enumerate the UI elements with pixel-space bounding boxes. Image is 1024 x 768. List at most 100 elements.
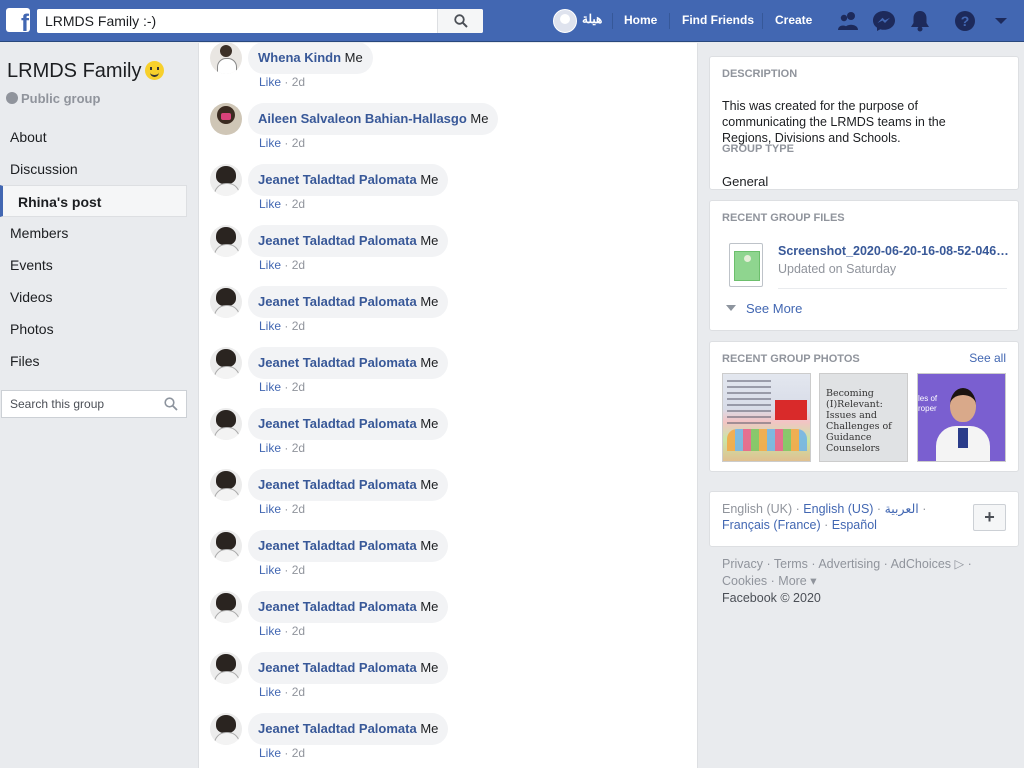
comment-author[interactable]: Jeanet Taladtad Palomata: [258, 721, 417, 736]
comment-author[interactable]: Jeanet Taladtad Palomata: [258, 172, 417, 187]
comment-time[interactable]: 2d: [292, 319, 305, 333]
comment-time[interactable]: 2d: [292, 197, 305, 211]
comment-time[interactable]: 2d: [292, 685, 305, 699]
avatar[interactable]: [210, 652, 242, 684]
footer-terms-link[interactable]: Terms: [774, 557, 808, 571]
comment-author[interactable]: Jeanet Taladtad Palomata: [258, 599, 417, 614]
comment-author[interactable]: Aileen Salvaleon Bahian-Hallasgo: [258, 111, 467, 126]
notifications-icon[interactable]: [908, 10, 932, 32]
group-search-input[interactable]: [2, 391, 152, 417]
like-link[interactable]: Like: [259, 136, 281, 150]
search-button[interactable]: [437, 9, 483, 33]
comment-author[interactable]: Whena Kindn: [258, 50, 341, 65]
like-link[interactable]: Like: [259, 197, 281, 211]
group-photo-thumbnail[interactable]: [722, 373, 811, 462]
like-link[interactable]: Like: [259, 563, 281, 577]
like-link[interactable]: Like: [259, 746, 281, 760]
like-link[interactable]: Like: [259, 258, 281, 272]
avatar[interactable]: [210, 469, 242, 501]
avatar[interactable]: [210, 43, 242, 74]
nav-divider: [669, 13, 670, 29]
comment-author[interactable]: Jeanet Taladtad Palomata: [258, 477, 417, 492]
comment-time[interactable]: 2d: [292, 380, 305, 394]
like-link[interactable]: Like: [259, 685, 281, 699]
comment-author[interactable]: Jeanet Taladtad Palomata: [258, 294, 417, 309]
like-link[interactable]: Like: [259, 75, 281, 89]
group-nav-videos[interactable]: Videos: [0, 281, 187, 313]
comments-feed: Whena Kindn Me Like · 2d Aileen Salvaleo…: [198, 43, 698, 768]
group-nav-discussion[interactable]: Discussion: [0, 153, 187, 185]
avatar[interactable]: [210, 347, 242, 379]
messenger-icon[interactable]: [872, 10, 896, 32]
comment-bubble: Jeanet Taladtad Palomata Me: [248, 469, 449, 501]
add-language-button[interactable]: +: [973, 504, 1006, 531]
friends-icon[interactable]: [836, 10, 860, 32]
comment-author[interactable]: Jeanet Taladtad Palomata: [258, 660, 417, 675]
comment: Aileen Salvaleon Bahian-Hallasgo Me Like…: [210, 103, 690, 164]
footer-more-link[interactable]: More ▾: [778, 574, 816, 588]
avatar: [553, 9, 577, 33]
comment-time[interactable]: 2d: [292, 75, 305, 89]
like-link[interactable]: Like: [259, 319, 281, 333]
group-nav-rhinas-post[interactable]: Rhina's post: [0, 185, 187, 217]
group-nav-about[interactable]: About: [0, 121, 187, 153]
comment-time[interactable]: 2d: [292, 746, 305, 760]
comment-time[interactable]: 2d: [292, 258, 305, 272]
comment-time[interactable]: 2d: [292, 502, 305, 516]
facebook-logo-icon[interactable]: f: [6, 8, 30, 32]
footer-links: Privacy · Terms · Advertising · AdChoice…: [722, 557, 972, 571]
group-nav-photos[interactable]: Photos: [0, 313, 187, 345]
like-link[interactable]: Like: [259, 624, 281, 638]
group-photo-thumbnail[interactable]: Becoming (I)Relevant: Issues and Challen…: [819, 373, 908, 462]
footer-adchoices-link[interactable]: AdChoices ▷: [891, 557, 965, 571]
language-link[interactable]: Français (France): [722, 518, 821, 532]
comment-author[interactable]: Jeanet Taladtad Palomata: [258, 416, 417, 431]
like-link[interactable]: Like: [259, 380, 281, 394]
group-nav-files[interactable]: Files: [0, 345, 187, 377]
like-link[interactable]: Like: [259, 502, 281, 516]
group-nav-events[interactable]: Events: [0, 249, 187, 281]
comment-time[interactable]: 2d: [292, 136, 305, 150]
search-icon[interactable]: [164, 397, 178, 411]
comment-author[interactable]: Jeanet Taladtad Palomata: [258, 538, 417, 553]
see-all-photos-link[interactable]: See all: [969, 351, 1006, 365]
group-title[interactable]: LRMDS Family: [7, 60, 165, 83]
search-icon: [454, 14, 468, 28]
footer-advertising-link[interactable]: Advertising: [818, 557, 880, 571]
comment-author[interactable]: Jeanet Taladtad Palomata: [258, 355, 417, 370]
account-menu-icon[interactable]: [989, 10, 1013, 32]
image-file-icon[interactable]: [729, 243, 763, 287]
comment-author[interactable]: Jeanet Taladtad Palomata: [258, 233, 417, 248]
avatar[interactable]: [210, 591, 242, 623]
photo-content: [775, 400, 807, 420]
language-link[interactable]: Español: [832, 518, 877, 532]
avatar[interactable]: [210, 713, 242, 745]
see-more-link[interactable]: See More: [726, 301, 802, 316]
avatar[interactable]: [210, 286, 242, 318]
avatar[interactable]: [210, 103, 242, 135]
help-icon[interactable]: ?: [953, 10, 977, 32]
group-nav-members[interactable]: Members: [0, 217, 187, 249]
comment-time[interactable]: 2d: [292, 624, 305, 638]
avatar[interactable]: [210, 225, 242, 257]
file-name-link[interactable]: Screenshot_2020-06-20-16-08-52-046_com.f…: [778, 244, 1010, 258]
language-link[interactable]: العربية: [885, 502, 919, 516]
description-text: This was created for the purpose of comm…: [722, 99, 946, 145]
comment-time[interactable]: 2d: [292, 563, 305, 577]
comment-time[interactable]: 2d: [292, 441, 305, 455]
nav-find-friends-link[interactable]: Find Friends: [682, 13, 754, 27]
footer-cookies-link[interactable]: Cookies: [722, 574, 767, 588]
language-link[interactable]: English (US): [803, 502, 873, 516]
like-link[interactable]: Like: [259, 441, 281, 455]
nav-create-link[interactable]: Create: [775, 13, 812, 27]
group-photo-thumbnail[interactable]: les of roper: [917, 373, 1006, 462]
group-type-heading: GROUP TYPE: [722, 143, 794, 155]
avatar[interactable]: [210, 164, 242, 196]
global-search-input[interactable]: [37, 9, 437, 33]
avatar[interactable]: [210, 530, 242, 562]
nav-home-link[interactable]: Home: [624, 13, 657, 27]
footer-privacy-link[interactable]: Privacy: [722, 557, 763, 571]
footer-adchoices-label: AdChoices: [890, 557, 952, 571]
avatar[interactable]: [210, 408, 242, 440]
group-nav-label: Photos: [10, 321, 54, 337]
